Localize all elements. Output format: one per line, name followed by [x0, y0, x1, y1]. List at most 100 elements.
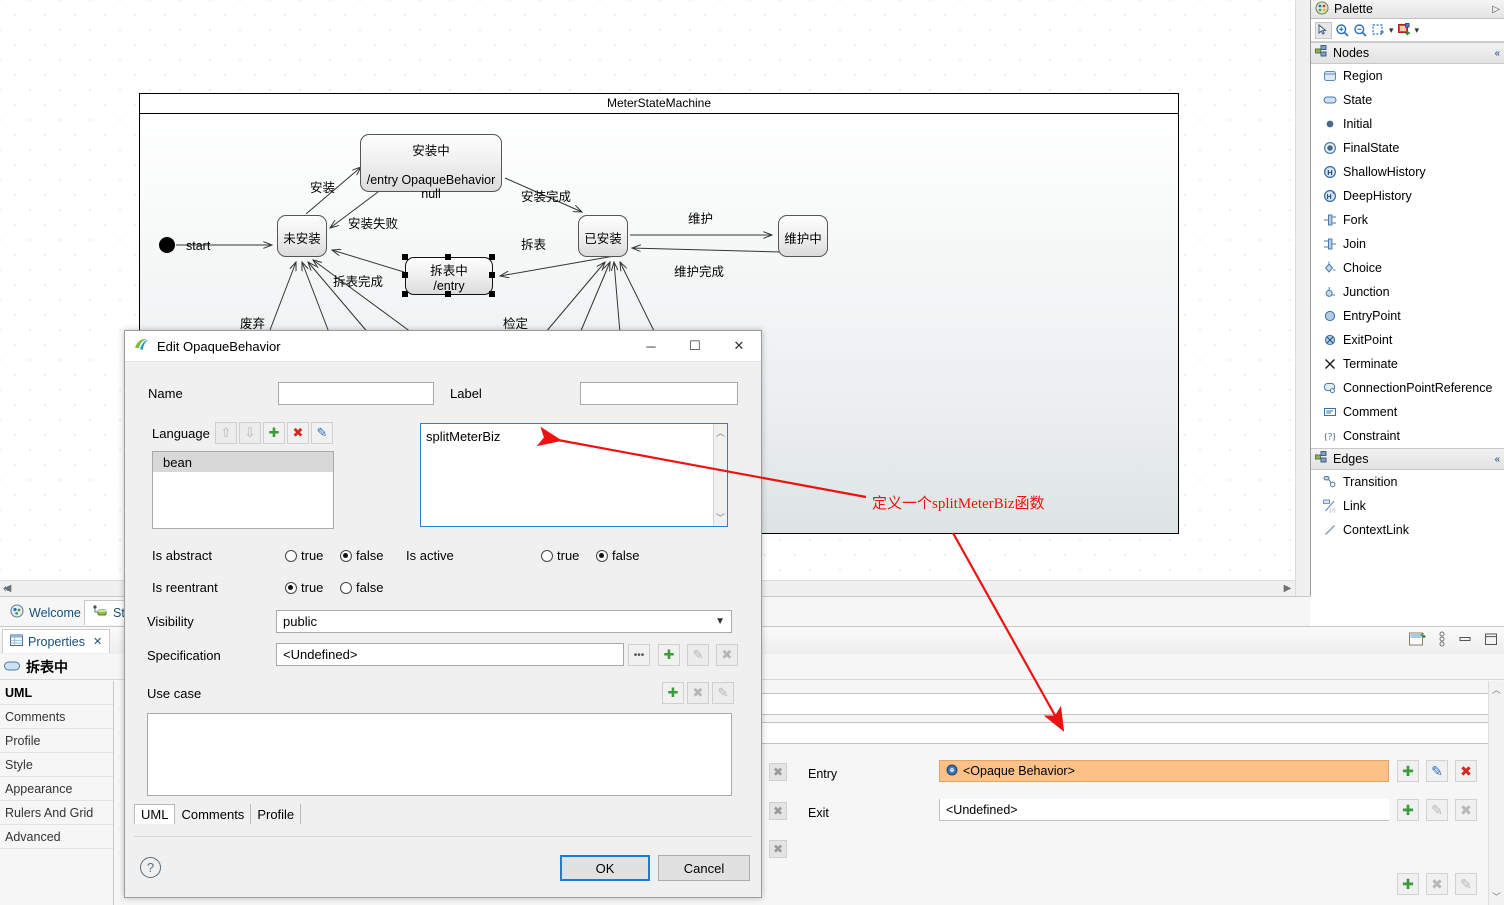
marquee-tool-icon[interactable]: [1371, 23, 1386, 38]
properties-category-comments[interactable]: Comments: [0, 705, 113, 729]
palette-item-exitpoint[interactable]: ExitPoint: [1311, 328, 1504, 352]
palette-item-junction[interactable]: Junction: [1311, 280, 1504, 304]
section-collapse-icon[interactable]: «: [1494, 48, 1500, 59]
zoom-in-tool-icon[interactable]: [1335, 23, 1350, 38]
zoom-out-tool-icon[interactable]: [1353, 23, 1368, 38]
dialog-tab-uml[interactable]: UML: [134, 804, 176, 824]
maximize-button[interactable]: ☐: [673, 332, 717, 361]
canvas-vertical-scrollbar[interactable]: [1295, 0, 1310, 596]
add-language-button[interactable]: ✚: [263, 422, 285, 444]
delete-entry-button[interactable]: ✖: [1455, 760, 1477, 782]
palette-item-entrypoint[interactable]: EntryPoint: [1311, 304, 1504, 328]
scroll-down-icon[interactable]: ﹀: [1489, 890, 1504, 903]
body-textarea[interactable]: splitMeterBiz ︿ ﹀: [420, 423, 728, 527]
delete-language-button[interactable]: ✖: [287, 422, 309, 444]
is-reentrant-false-radio[interactable]: false: [340, 580, 383, 595]
state-dismantling[interactable]: 拆表中 /entry: [405, 257, 493, 295]
select-tool-icon[interactable]: [1315, 21, 1332, 39]
properties-category-advanced[interactable]: Advanced: [0, 825, 113, 849]
format-tool-icon[interactable]: [1397, 22, 1412, 38]
specification-field[interactable]: <Undefined>: [276, 643, 624, 666]
editor-collapse-icon[interactable]: «: [3, 583, 9, 595]
properties-vertical-scrollbar[interactable]: ︿ ﹀: [1488, 681, 1504, 905]
palette-section-nodes[interactable]: Nodes «: [1311, 42, 1504, 64]
state-installing[interactable]: 安装中 /entry OpaqueBehavior null: [360, 134, 502, 201]
format-dropdown-caret-icon[interactable]: ▾: [1415, 25, 1420, 36]
palette-item-deephistory[interactable]: H * DeepHistory: [1311, 184, 1504, 208]
is-abstract-false-radio[interactable]: false: [340, 548, 383, 563]
is-abstract-true-radio[interactable]: true: [285, 548, 323, 563]
properties-category-appearance[interactable]: Appearance: [0, 777, 113, 801]
palette-item-region[interactable]: Region: [1311, 64, 1504, 88]
add-entry-button[interactable]: ✚: [1397, 760, 1419, 782]
state-not-installed[interactable]: 未安装: [277, 215, 327, 257]
scroll-right-icon[interactable]: ▶: [1280, 581, 1295, 596]
ok-button[interactable]: OK: [560, 855, 650, 881]
palette-item-terminate[interactable]: Terminate: [1311, 352, 1504, 376]
palette-item-constraint[interactable]: {?} Constraint: [1311, 424, 1504, 448]
is-active-true-radio[interactable]: true: [541, 548, 579, 563]
palette-section-edges[interactable]: Edges «: [1311, 448, 1504, 470]
remove-entry-button[interactable]: ✖: [769, 763, 787, 781]
cancel-button[interactable]: Cancel: [658, 855, 750, 881]
usecase-list[interactable]: [147, 713, 732, 796]
palette-item-comment[interactable]: Comment: [1311, 400, 1504, 424]
properties-category-uml[interactable]: UML: [0, 681, 113, 705]
palette-item-transition[interactable]: Transition: [1311, 470, 1504, 494]
new-wizard-icon[interactable]: [1409, 632, 1426, 650]
is-active-false-radio[interactable]: false: [596, 548, 639, 563]
selection-handle[interactable]: [402, 291, 408, 297]
body-scrollbar[interactable]: ︿ ﹀: [713, 424, 727, 526]
initial-pseudostate[interactable]: [159, 237, 175, 253]
edit-entry-button[interactable]: ✎: [1426, 760, 1448, 782]
dialog-tab-comments[interactable]: Comments: [175, 804, 252, 824]
remove-exit-button[interactable]: ✖: [769, 802, 787, 820]
selection-handle[interactable]: [489, 291, 495, 297]
palette-item-choice[interactable]: Choice: [1311, 256, 1504, 280]
scroll-up-icon[interactable]: ︿: [714, 426, 727, 439]
selection-handle[interactable]: [402, 272, 408, 278]
palette-item-link[interactable]: {?} Link: [1311, 494, 1504, 518]
close-icon[interactable]: ✕: [93, 635, 102, 648]
add-specification-button[interactable]: ✚: [658, 644, 680, 666]
edit-language-button[interactable]: ✎: [311, 422, 333, 444]
selection-handle[interactable]: [445, 291, 451, 297]
editor-tab-welcome[interactable]: Welcome: [2, 600, 89, 625]
is-reentrant-true-radio[interactable]: true: [285, 580, 323, 595]
palette-item-finalstate[interactable]: FinalState: [1311, 136, 1504, 160]
properties-category-rulers-and-grid[interactable]: Rulers And Grid: [0, 801, 113, 825]
palette-item-fork[interactable]: Fork: [1311, 208, 1504, 232]
tab-properties[interactable]: Properties ✕: [2, 629, 111, 653]
selection-handle[interactable]: [402, 254, 408, 260]
language-list[interactable]: bean: [152, 451, 334, 529]
palette-item-connectionpointreference[interactable]: ConnectionPointReference: [1311, 376, 1504, 400]
dialog-title-bar[interactable]: Edit OpaqueBehavior ─ ☐ ✕: [125, 331, 761, 362]
maximize-icon[interactable]: [1484, 633, 1498, 649]
minimize-icon[interactable]: [1458, 633, 1472, 648]
help-icon[interactable]: ?: [140, 857, 161, 878]
minimize-button[interactable]: ─: [629, 332, 673, 361]
language-list-item[interactable]: bean: [153, 452, 333, 472]
selection-handle[interactable]: [489, 272, 495, 278]
palette-collapse-icon[interactable]: ▷: [1492, 4, 1500, 15]
name-input[interactable]: [278, 382, 434, 405]
properties-field-row-1[interactable]: [757, 693, 1490, 715]
add-exit-button[interactable]: ✚: [1397, 799, 1419, 821]
visibility-select[interactable]: public ▼: [276, 610, 732, 633]
add-row-button[interactable]: ✚: [1397, 873, 1419, 895]
label-input[interactable]: [580, 382, 738, 405]
add-usecase-button[interactable]: ✚: [662, 682, 684, 704]
properties-category-profile[interactable]: Profile: [0, 729, 113, 753]
exit-value-field[interactable]: <Undefined>: [939, 799, 1389, 821]
state-installed[interactable]: 已安装: [578, 215, 628, 257]
selection-handle[interactable]: [489, 254, 495, 260]
browse-button[interactable]: •••: [628, 644, 650, 666]
marquee-dropdown-caret-icon[interactable]: ▾: [1389, 25, 1394, 36]
palette-item-contextlink[interactable]: ContextLink: [1311, 518, 1504, 542]
section-collapse-icon[interactable]: «: [1494, 454, 1500, 465]
state-maintaining[interactable]: 维护中: [778, 215, 828, 257]
palette-item-state[interactable]: State: [1311, 88, 1504, 112]
palette-item-shallowhistory[interactable]: H ShallowHistory: [1311, 160, 1504, 184]
remove-dothird-button[interactable]: ✖: [769, 840, 787, 858]
properties-field-row-2[interactable]: [757, 722, 1490, 744]
